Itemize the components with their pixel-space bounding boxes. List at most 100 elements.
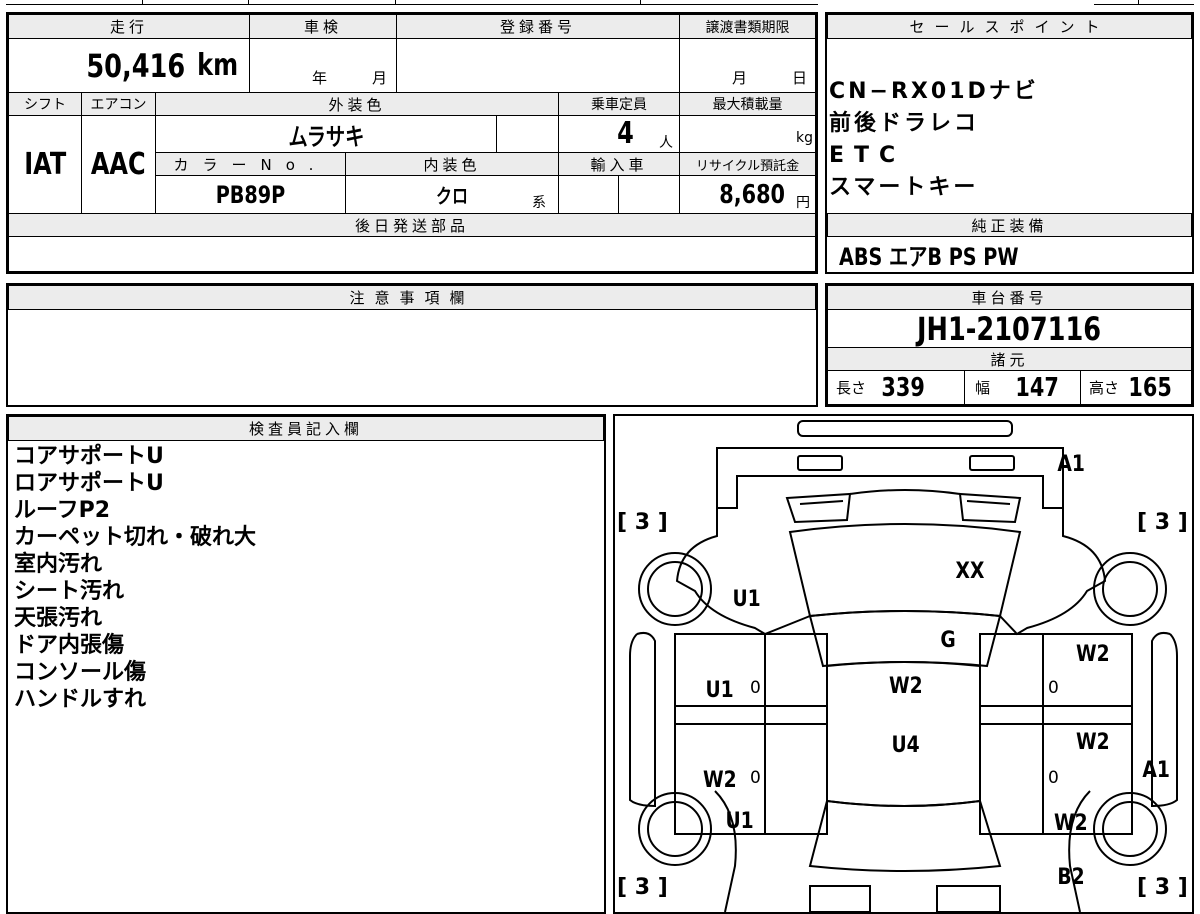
max-load-cell: kg (679, 115, 816, 153)
ac-header: エアコン (81, 92, 156, 116)
mileage-header: 走行 (8, 14, 250, 39)
damage-mark: W2 (702, 768, 737, 793)
import-header: 輸入車 (558, 152, 680, 176)
registration-number-cell (396, 38, 680, 93)
capacity-cell: 4 人 (558, 115, 680, 153)
specs-header: 諸元 (827, 347, 1192, 371)
inspector-note-item: 天張汚れ (14, 606, 103, 631)
interior-color-header: 内装色 (345, 152, 559, 176)
inspector-note-item: ルーフP2 (14, 498, 111, 523)
sales-point-item: CN−RX01Dナビ (829, 79, 1039, 104)
tire-grade-rear-left: [ 3 ] (617, 875, 668, 900)
shift-value: IAT (23, 147, 66, 182)
recycle-deposit-unit: 円 (796, 195, 810, 211)
door-zero-mark: 0 (1048, 768, 1059, 788)
ac-cell: AAC (81, 115, 156, 214)
mileage-cell: 50,416 km (8, 38, 250, 93)
factory-equipment-header: 純正装備 (827, 213, 1192, 237)
factory-equipment-cell: ABS エアB PS PW (827, 236, 1192, 272)
tire-grade-front-left: [ 3 ] (617, 510, 668, 535)
shift-cell: IAT (8, 115, 82, 214)
tire-grade-value: 3 (634, 510, 651, 535)
vehicle-summary-table: 走行 車検 登録番号 譲渡書類期限 50,416 km 年 月 月 日 シフト … (6, 12, 818, 274)
damage-mark: U1 (725, 809, 754, 834)
tire-grade-value: 3 (1154, 510, 1171, 535)
mileage-value: 50,416 (86, 46, 186, 85)
top-strip (0, 0, 1200, 6)
damage-diagram-panel: A1 XX U1 G W2 U1 W2 U4 W2 W2 A1 U1 W2 B2… (613, 414, 1194, 914)
damage-mark: W2 (888, 674, 923, 699)
inspection-date-cell: 年 月 (249, 38, 397, 93)
door-zero-mark: 0 (750, 678, 761, 698)
sales-points-list: CN−RX01Dナビ 前後ドラレコ ETC スマートキー (829, 76, 1189, 204)
damage-mark: A1 (1142, 758, 1170, 783)
chassis-number-value: JH1-2107116 (917, 309, 1102, 348)
tire-grade-value: 3 (1154, 875, 1171, 900)
damage-mark: W2 (1053, 811, 1088, 836)
interior-color-cell: クロ 系 (345, 175, 559, 214)
damage-mark: XX (955, 559, 985, 584)
color-no-cell: PB89P (155, 175, 346, 214)
inspection-header: 車検 (249, 14, 397, 39)
door-zero-mark: 0 (1048, 678, 1059, 698)
transfer-day-unit: 日 (792, 69, 808, 87)
inspection-year-unit: 年 (312, 69, 328, 87)
inspector-note-item: ロアサポートU (14, 471, 164, 496)
inspector-note-item: ドア内張傷 (14, 633, 125, 658)
door-zero-mark: 0 (750, 768, 761, 788)
tire-grade-rear-right: [ 3 ] (1137, 875, 1188, 900)
inspector-note-item: コンソール傷 (14, 660, 147, 685)
chassis-panel: 車台番号 JH1-2107116 諸元 長さ 339 幅 147 高さ 165 (825, 283, 1194, 407)
transfer-month-unit: 月 (732, 69, 748, 87)
inspector-notes-header: 検査員記入欄 (8, 416, 604, 441)
inspector-note-item: シート汚れ (14, 579, 125, 604)
tire-grade-front-right: [ 3 ] (1137, 510, 1188, 535)
recycle-deposit-header: リサイクル預託金 (679, 152, 816, 176)
interior-color-value: クロ (436, 184, 468, 208)
capacity-value: 4 (617, 116, 634, 151)
shift-header: シフト (8, 92, 82, 116)
interior-color-suffix: 系 (532, 195, 546, 211)
inspector-notes-panel: 検査員記入欄 コアサポートU ロアサポートU ルーフP2 カーペット切れ・破れ大… (6, 414, 606, 914)
sales-point-item: 前後ドラレコ (829, 111, 980, 136)
damage-mark: A1 (1057, 452, 1085, 477)
length-label: 長さ (836, 379, 867, 397)
factory-equipment-value: ABS エアB PS PW (839, 242, 1019, 271)
tire-grade-value: 3 (634, 875, 651, 900)
import-cell-b (618, 175, 680, 214)
sales-points-panel: セールスポイント CN−RX01Dナビ 前後ドラレコ ETC スマートキー 純正… (825, 12, 1194, 274)
inspector-notes-list: コアサポートU ロアサポートU ルーフP2 カーペット切れ・破れ大 室内汚れ シ… (14, 443, 594, 713)
height-label: 高さ (1089, 379, 1120, 397)
inspector-note-item: 室内汚れ (14, 552, 103, 577)
mileage-unit: km (196, 48, 238, 83)
width-cell: 幅 147 (964, 370, 1081, 405)
damage-mark: W2 (1075, 642, 1110, 667)
width-value: 147 (1015, 372, 1059, 403)
damage-mark: U4 (891, 733, 920, 758)
damage-mark: W2 (1075, 730, 1110, 755)
notes-panel: 注意事項欄 (6, 283, 818, 407)
exterior-color-value: ムラサキ (288, 122, 364, 151)
exterior-color-cell: ムラサキ (155, 115, 497, 153)
damage-mark: U1 (705, 678, 734, 703)
capacity-unit: 人 (659, 135, 673, 151)
length-cell: 長さ 339 (827, 370, 965, 405)
height-value: 165 (1128, 372, 1172, 403)
damage-mark: B2 (1057, 865, 1085, 890)
ac-value: AAC (91, 147, 146, 182)
length-value: 339 (881, 372, 925, 403)
color-no-header: カラーNo. (155, 152, 346, 176)
inspector-note-item: ハンドルすれ (14, 687, 147, 712)
transfer-deadline-cell: 月 日 (679, 38, 816, 93)
sales-point-item: スマートキー (829, 175, 979, 200)
sales-points-header: セールスポイント (827, 14, 1192, 39)
chassis-number-cell: JH1-2107116 (827, 309, 1192, 348)
inspection-month-unit: 月 (372, 69, 388, 87)
color-no-value: PB89P (215, 180, 286, 209)
later-parts-header: 後日発送部品 (8, 213, 816, 237)
max-load-unit: kg (796, 130, 813, 146)
height-cell: 高さ 165 (1080, 370, 1192, 405)
chassis-number-header: 車台番号 (827, 285, 1192, 310)
max-load-header: 最大積載量 (679, 92, 816, 116)
notes-header: 注意事項欄 (8, 285, 816, 310)
